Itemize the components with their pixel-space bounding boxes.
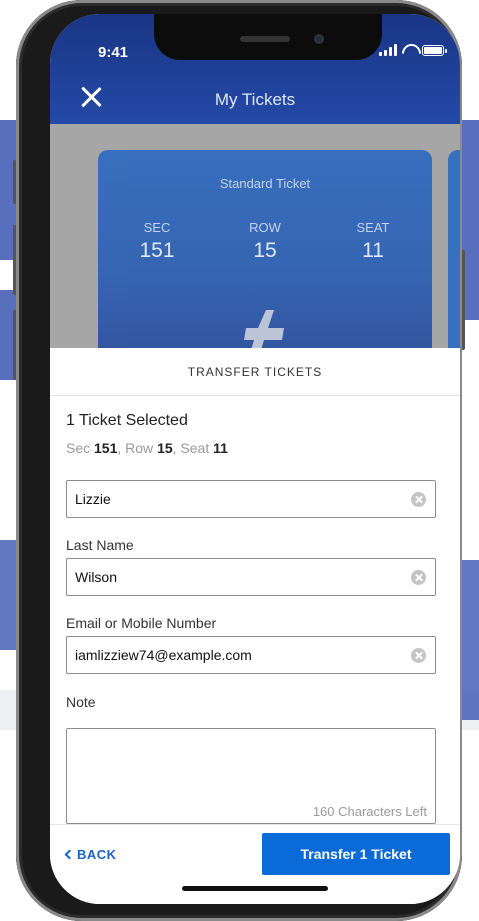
battery-icon: [422, 44, 447, 56]
sec-label: SEC: [143, 220, 171, 235]
last-name-field[interactable]: [66, 558, 436, 596]
app-header: 9:41 My Tickets: [50, 14, 460, 124]
notch: [154, 14, 382, 60]
note-label: Note: [66, 694, 96, 710]
sheet-title: TRANSFER TICKETS: [50, 348, 460, 396]
next-ticket-card: [448, 150, 460, 360]
seat-label: SEAT: [356, 220, 390, 235]
status-icons: [379, 44, 447, 56]
sec-column: SEC 151: [112, 220, 202, 263]
first-name-input[interactable]: [75, 481, 395, 517]
phone-screen: 9:41 My Tickets Standard Ticket SEC 151: [50, 14, 460, 904]
row-label: ROW: [249, 220, 281, 235]
speaker-grille: [240, 36, 290, 42]
home-indicator[interactable]: [182, 886, 328, 891]
last-name-label: Last Name: [66, 537, 134, 553]
transfer-button[interactable]: Transfer 1 Ticket: [262, 833, 450, 875]
selected-count: 1 Ticket Selected: [66, 412, 188, 429]
back-label: BACK: [77, 847, 117, 862]
transfer-sheet: TRANSFER TICKETS 1 Ticket Selected Sec 1…: [50, 348, 460, 904]
email-field[interactable]: [66, 636, 436, 674]
selected-seat-detail: Sec 151, Row 15, Seat 11: [66, 440, 228, 456]
sheet-footer: BACK Transfer 1 Ticket: [50, 824, 460, 904]
seat-column: SEAT 11: [328, 220, 418, 263]
note-field[interactable]: 160 Characters Left: [66, 728, 436, 824]
wifi-icon: [402, 44, 417, 56]
first-name-field[interactable]: [66, 480, 436, 518]
sec-value: 151: [139, 239, 175, 262]
phone-frame: 9:41 My Tickets Standard Ticket SEC 151: [16, 0, 462, 921]
characters-left: 160 Characters Left: [312, 804, 427, 819]
row-value: 15: [253, 239, 277, 262]
row-column: ROW 15: [220, 220, 310, 263]
clear-icon[interactable]: [411, 492, 426, 507]
email-label: Email or Mobile Number: [66, 615, 217, 631]
page-title: My Tickets: [214, 90, 296, 109]
note-input[interactable]: [67, 729, 435, 799]
back-button[interactable]: BACK: [64, 847, 117, 862]
ticket-card: Standard Ticket SEC 151 ROW 15 SEAT 11: [98, 150, 432, 360]
signal-icon: [379, 44, 397, 56]
camera-icon: [314, 34, 324, 44]
seat-value: 11: [362, 239, 384, 262]
email-input[interactable]: [75, 637, 395, 673]
chevron-left-icon: [64, 849, 75, 860]
clear-icon[interactable]: [411, 570, 426, 585]
last-name-input[interactable]: [75, 559, 395, 595]
ticket-type: Standard Ticket: [219, 176, 311, 191]
clear-icon[interactable]: [411, 648, 426, 663]
status-time: 9:41: [98, 44, 129, 61]
